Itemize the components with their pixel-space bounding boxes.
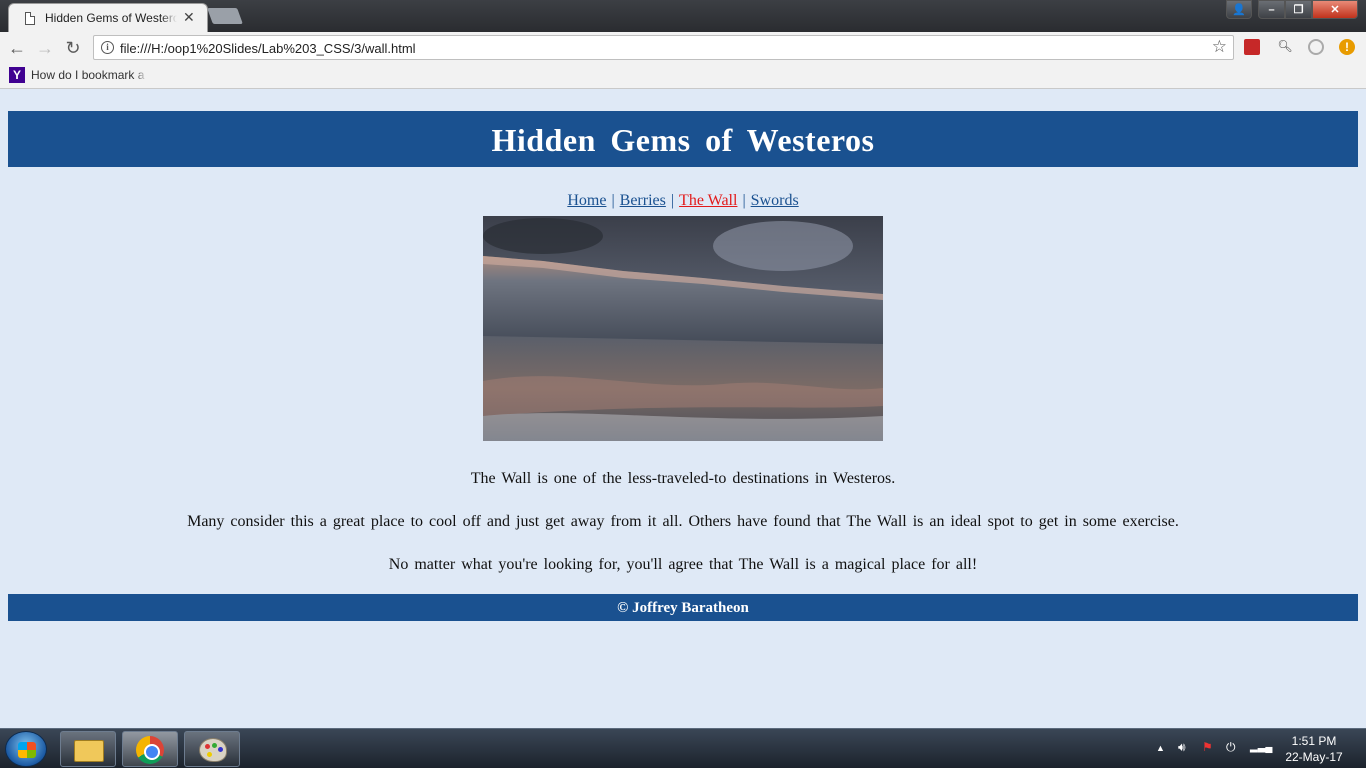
menu-warning-icon[interactable]: ! xyxy=(1339,39,1355,55)
search-extension-icon[interactable]: 🔍︎ xyxy=(1277,39,1293,55)
nav-link-swords[interactable]: Swords xyxy=(751,192,799,209)
nav-link-the-wall[interactable]: The Wall xyxy=(679,192,737,209)
bookmark-star-icon[interactable]: ☆ xyxy=(1212,37,1227,57)
book-extension-icon[interactable] xyxy=(1244,39,1260,55)
url-text[interactable]: file:///H:/oop1%20Slides/Lab%203_CSS/3/w… xyxy=(120,41,416,56)
new-tab-button[interactable] xyxy=(207,8,243,24)
start-button[interactable] xyxy=(5,731,47,767)
window-controls: 👤 – ❐ ✕ xyxy=(1226,0,1358,19)
show-hidden-icons-icon[interactable]: ▲ xyxy=(1156,743,1165,753)
back-icon[interactable]: ← xyxy=(6,37,28,59)
page-footer: © Joffrey Baratheon xyxy=(8,594,1358,621)
nav-separator: | xyxy=(611,192,615,209)
maximize-button[interactable]: ❐ xyxy=(1285,0,1312,19)
user-icon[interactable]: 👤 xyxy=(1226,0,1252,19)
chrome-icon xyxy=(136,736,164,764)
explorer-taskbar-button[interactable] xyxy=(60,731,116,767)
forward-icon[interactable]: → xyxy=(34,37,56,59)
reload-icon[interactable]: ↻ xyxy=(62,37,84,59)
web-page: Hidden Gems of Westeros Home | Berries | The… xyxy=(0,90,1366,728)
volume-icon[interactable]: 🔊︎ xyxy=(1178,740,1186,755)
close-tab-icon[interactable]: ✕ xyxy=(183,9,195,26)
taskbar-clock[interactable]: 1:51 PM 22-May-17 xyxy=(1276,733,1352,765)
power-icon[interactable]: ⏻ xyxy=(1226,740,1236,755)
minimize-button[interactable]: – xyxy=(1258,0,1285,19)
paragraph-intro: The Wall is one of the less-traveled-to … xyxy=(470,470,896,487)
document-icon xyxy=(25,12,35,25)
chrome-taskbar-button[interactable] xyxy=(122,731,178,767)
windows-taskbar: ▲ 🔊︎ ⚑ ⏻ ▂▃▄ 1:51 PM 22-May-17 xyxy=(0,728,1366,768)
site-nav: Home | Berries | The Wall | Swords xyxy=(0,192,1366,210)
windows-logo-icon xyxy=(18,742,36,758)
paragraph-closing: No matter what you're looking for, you'l… xyxy=(388,556,978,573)
bookmarks-bar: Y How do I bookmark a xyxy=(0,63,1366,89)
clock-time: 1:51 PM xyxy=(1291,734,1337,748)
nav-separator: | xyxy=(742,192,746,209)
close-window-button[interactable]: ✕ xyxy=(1312,0,1358,19)
tab-title: Hidden Gems of Westeros xyxy=(45,11,177,25)
browser-toolbar: ← → ↻ i file:///H:/oop1%20Slides/Lab%203… xyxy=(0,32,1366,63)
folder-icon xyxy=(74,740,104,762)
page-title: Hidden Gems of Westeros xyxy=(8,111,1358,167)
network-signal-icon[interactable]: ▂▃▄ xyxy=(1250,742,1272,753)
paint-icon xyxy=(199,738,227,762)
nav-link-berries[interactable]: Berries xyxy=(620,192,666,209)
headphones-extension-icon[interactable] xyxy=(1308,39,1324,55)
yahoo-icon: Y xyxy=(9,67,25,83)
nav-separator: | xyxy=(670,192,675,209)
wall-photo xyxy=(483,216,883,441)
browser-tab[interactable]: Hidden Gems of Westeros ✕ xyxy=(8,3,208,32)
paint-taskbar-button[interactable] xyxy=(184,731,240,767)
clock-date: 22-May-17 xyxy=(1285,750,1343,764)
action-center-flag-icon[interactable]: ⚑ xyxy=(1202,740,1213,754)
nav-link-home[interactable]: Home xyxy=(567,192,606,209)
paragraph-details: Many consider this a great place to cool… xyxy=(187,513,1179,530)
bookmark-item[interactable]: How do I bookmark a xyxy=(31,68,147,82)
browser-titlebar: Hidden Gems of Westeros ✕ 👤 – ❐ ✕ xyxy=(0,0,1366,32)
address-bar[interactable]: i file:///H:/oop1%20Slides/Lab%203_CSS/3… xyxy=(93,35,1234,60)
site-info-icon[interactable]: i xyxy=(101,41,114,54)
